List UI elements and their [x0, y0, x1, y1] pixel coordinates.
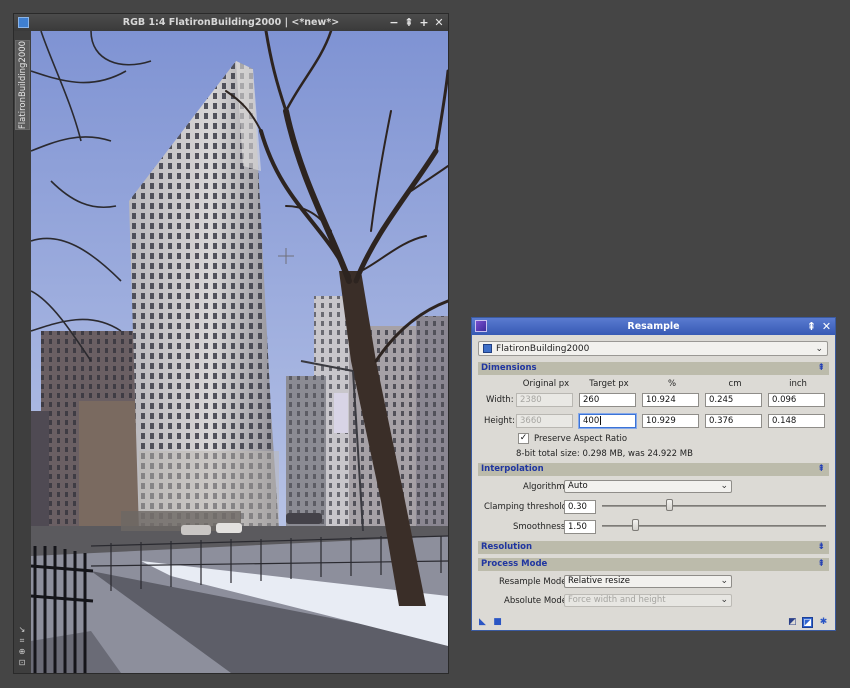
col-cm: cm — [728, 379, 742, 389]
resample-title: Resample — [627, 321, 680, 332]
view-select-value: FlatironBuilding2000 — [496, 343, 590, 354]
resample-mode-label: Resample Mode: — [499, 577, 570, 587]
smoothness-label: Smoothness: — [513, 522, 569, 532]
col-original-px: Original px — [522, 379, 570, 389]
algorithm-select[interactable]: Auto ⌄ — [564, 480, 732, 493]
view-select[interactable]: FlatironBuilding2000 ⌄ — [478, 341, 828, 356]
resample-dialog[interactable]: Resample ⇞ ✕ FlatironBuilding2000 ⌄ Dime… — [471, 317, 836, 631]
height-cm-field[interactable]: 0.376 — [705, 414, 762, 428]
shade-button[interactable]: ⇞ — [806, 318, 817, 335]
real-time-preview-icon[interactable]: ◪ — [802, 617, 813, 628]
image-window-titlebar[interactable]: RGB 1:4 FlatironBuilding2000 | <*new*> −… — [14, 14, 448, 31]
dialog-bottom-bar: ◣ ■ ◩ ◪ ✱ — [472, 615, 835, 630]
close-button[interactable]: ✕ — [433, 14, 445, 31]
image-window[interactable]: RGB 1:4 FlatironBuilding2000 | <*new*> −… — [13, 13, 449, 674]
col-inch: inch — [789, 379, 807, 389]
chevron-down-icon: ⌄ — [815, 344, 823, 354]
link-icon[interactable]: ⊕ — [17, 647, 27, 656]
zoom-icon[interactable]: ⌗ — [17, 636, 27, 645]
height-inch-field[interactable]: 0.148 — [768, 414, 825, 428]
smoothness-field[interactable]: 1.50 — [564, 520, 596, 534]
view-identifier-label: FlatironBuilding2000 — [17, 40, 28, 130]
width-percent-field[interactable]: 10.924 — [642, 393, 699, 407]
clamping-label: Clamping threshold: — [484, 502, 570, 512]
flatiron-photo — [31, 31, 448, 673]
process-mode-section-label: Process Mode — [481, 559, 548, 569]
apply-global-icon[interactable]: ■ — [492, 617, 503, 628]
width-cm-field[interactable]: 0.245 — [705, 393, 762, 407]
interpolation-section-label: Interpolation — [481, 464, 544, 474]
image-view-icon — [483, 344, 492, 353]
minimize-button[interactable]: − — [388, 14, 400, 31]
view-identifier-tab[interactable]: FlatironBuilding2000 — [15, 40, 30, 130]
close-button[interactable]: ✕ — [821, 318, 832, 335]
image-canvas[interactable] — [31, 31, 448, 673]
width-target-field[interactable]: 260 — [579, 393, 636, 407]
width-label: Width: — [486, 395, 514, 405]
clamping-slider-thumb[interactable] — [665, 499, 673, 511]
reset-icon[interactable]: ✱ — [818, 617, 829, 628]
smoothness-slider-thumb[interactable] — [632, 519, 640, 531]
resolution-section-label: Resolution — [481, 542, 533, 552]
preserve-aspect-label: Preserve Aspect Ratio — [534, 434, 628, 444]
height-label: Height: — [484, 416, 515, 426]
chevron-down-icon: ⌄ — [720, 595, 728, 605]
collapse-icon: ⇞ — [817, 464, 825, 474]
image-window-title: RGB 1:4 FlatironBuilding2000 | <*new*> — [122, 17, 340, 28]
shade-button[interactable]: ⇞ — [403, 14, 415, 31]
resample-titlebar[interactable]: Resample ⇞ ✕ — [472, 318, 835, 335]
preserve-aspect-checkbox[interactable]: ✓ — [518, 433, 529, 444]
image-window-side-icons: ↘ ⌗ ⊕ ⊡ — [17, 625, 27, 667]
process-mode-section-header[interactable]: Process Mode ⇞ — [478, 558, 829, 571]
mask-icon[interactable]: ⊡ — [17, 658, 27, 667]
maximize-button[interactable]: + — [418, 14, 430, 31]
height-target-value: 400 — [583, 416, 600, 426]
resample-mode-value: Relative resize — [568, 576, 630, 586]
chevron-down-icon: ⌄ — [720, 481, 728, 491]
clamping-slider-track[interactable] — [602, 505, 826, 507]
clamping-field[interactable]: 0.30 — [564, 500, 596, 514]
browse-documentation-icon[interactable]: ◩ — [787, 617, 798, 628]
collapse-icon: ⇞ — [817, 559, 825, 569]
algorithm-value: Auto — [568, 481, 588, 491]
width-inch-field[interactable]: 0.096 — [768, 393, 825, 407]
expand-icon: ⇟ — [817, 542, 825, 552]
dimensions-section-header[interactable]: Dimensions ⇞ — [478, 362, 829, 375]
new-instance-icon[interactable]: ◣ — [477, 617, 488, 628]
algorithm-label: Algorithm: — [523, 482, 568, 492]
interpolation-section-header[interactable]: Interpolation ⇞ — [478, 463, 829, 476]
collapse-icon: ⇞ — [817, 363, 825, 373]
col-percent: % — [667, 379, 677, 389]
text-caret — [600, 416, 602, 425]
chevron-down-icon: ⌄ — [720, 576, 728, 586]
resample-mode-select[interactable]: Relative resize ⌄ — [564, 575, 732, 588]
resolution-section-header[interactable]: Resolution ⇟ — [478, 541, 829, 554]
height-target-field[interactable]: 400 — [579, 414, 636, 428]
col-target-px: Target px — [589, 379, 629, 389]
width-original-field: 2380 — [516, 393, 573, 407]
height-percent-field[interactable]: 10.929 — [642, 414, 699, 428]
absolute-mode-select: Force width and height ⌄ — [564, 594, 732, 607]
absolute-mode-label: Absolute Mode: — [504, 596, 570, 606]
fit-view-icon[interactable]: ↘ — [17, 625, 27, 634]
image-window-icon — [18, 17, 29, 28]
height-original-field: 3660 — [516, 414, 573, 428]
size-info: 8-bit total size: 0.298 MB, was 24.922 M… — [516, 449, 693, 459]
process-icon — [475, 320, 487, 332]
dimensions-section-label: Dimensions — [481, 363, 537, 373]
absolute-mode-value: Force width and height — [568, 595, 666, 605]
